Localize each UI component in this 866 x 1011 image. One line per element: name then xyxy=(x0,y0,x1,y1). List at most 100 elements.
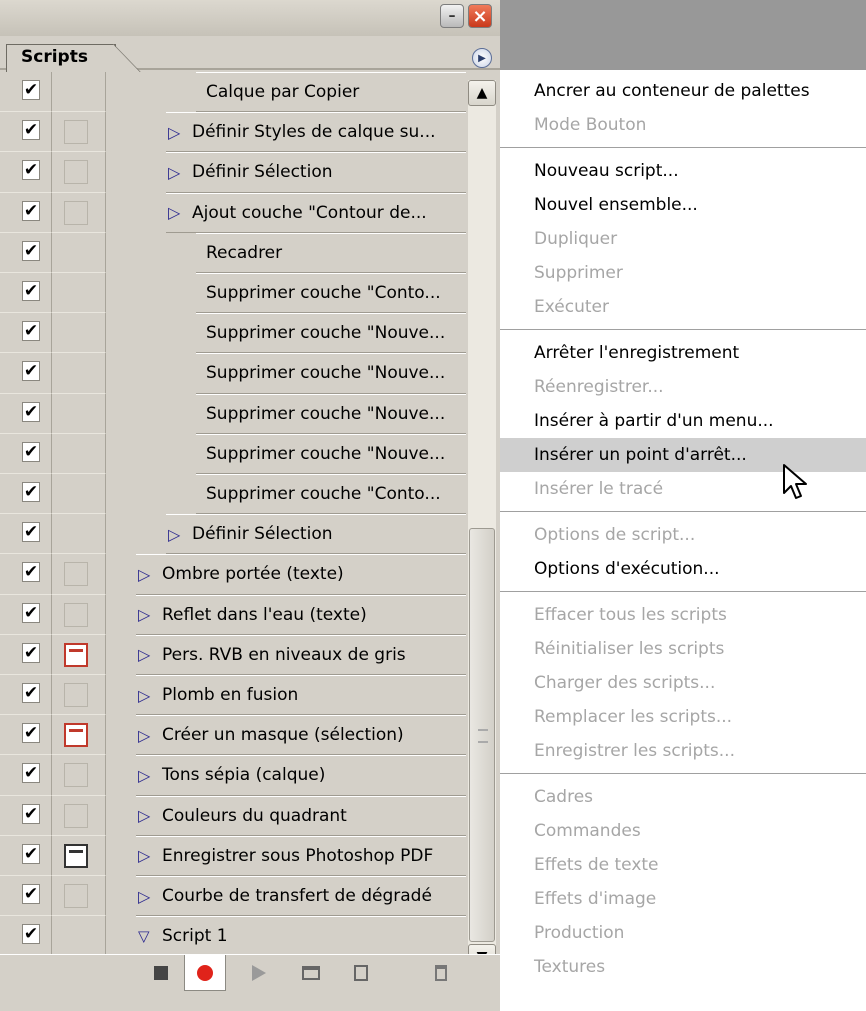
checkmark-icon[interactable]: ✔ xyxy=(22,763,40,784)
collapsed-triangle-icon[interactable]: ▷ xyxy=(136,887,162,906)
toggle-dialog-cell[interactable] xyxy=(52,152,106,193)
script-row[interactable]: ✔ Supprimer couche "Nouve... xyxy=(0,433,466,474)
toggle-item-cell[interactable]: ✔ xyxy=(0,675,52,716)
menu-item[interactable]: Réenregistrer... xyxy=(500,370,866,404)
checkmark-icon[interactable]: ✔ xyxy=(22,843,40,864)
menu-item[interactable]: Commandes xyxy=(500,814,866,848)
close-button[interactable]: × xyxy=(468,4,492,28)
dialog-toggle-icon[interactable] xyxy=(64,160,88,185)
dialog-toggle-icon[interactable] xyxy=(64,683,88,707)
script-row[interactable]: ✔ ▷ Reflet dans l'eau (texte) xyxy=(0,594,466,635)
checkmark-icon[interactable]: ✔ xyxy=(22,642,40,663)
toggle-dialog-cell[interactable] xyxy=(52,835,106,876)
collapsed-triangle-icon[interactable]: ▷ xyxy=(136,686,162,705)
toggle-item-cell[interactable]: ✔ xyxy=(0,715,52,756)
collapsed-triangle-icon[interactable]: ▷ xyxy=(166,163,192,182)
script-row[interactable]: ✔ ▷ Tons sépia (calque) xyxy=(0,755,466,796)
toggle-item-cell[interactable]: ✔ xyxy=(0,112,52,153)
toggle-dialog-cell[interactable] xyxy=(52,273,106,314)
menu-item[interactable]: Exécuter xyxy=(500,290,866,324)
collapsed-triangle-icon[interactable]: ▷ xyxy=(136,645,162,664)
script-row[interactable]: ✔ Calque par Copier xyxy=(0,72,466,113)
menu-item[interactable]: Options d'exécution... xyxy=(500,552,866,586)
checkmark-icon[interactable]: ✔ xyxy=(22,321,40,342)
script-row[interactable]: ✔ Supprimer couche "Conto... xyxy=(0,474,466,515)
dialog-toggle-icon[interactable] xyxy=(64,120,88,145)
script-row[interactable]: ✔ Supprimer couche "Nouve... xyxy=(0,393,466,434)
checkmark-icon[interactable]: ✔ xyxy=(22,522,40,543)
script-row-cell[interactable]: Supprimer couche "Conto... xyxy=(196,474,466,515)
checkmark-icon[interactable]: ✔ xyxy=(22,281,40,301)
toggle-item-cell[interactable]: ✔ xyxy=(0,232,52,273)
toggle-item-cell[interactable]: ✔ xyxy=(0,433,52,474)
checkmark-icon[interactable]: ✔ xyxy=(22,160,40,181)
record-button[interactable] xyxy=(184,955,226,991)
toggle-dialog-cell[interactable] xyxy=(52,112,106,153)
toggle-dialog-cell[interactable] xyxy=(52,433,106,474)
dialog-toggle-icon[interactable] xyxy=(64,884,88,908)
toggle-item-cell[interactable]: ✔ xyxy=(0,634,52,675)
menu-item[interactable]: Options de script... xyxy=(500,518,866,552)
script-row-cell[interactable]: Supprimer couche "Nouve... xyxy=(196,393,466,434)
script-row-cell[interactable]: ▷ Définir Sélection xyxy=(166,514,466,555)
toggle-item-cell[interactable]: ✔ xyxy=(0,514,52,555)
collapsed-triangle-icon[interactable]: ▷ xyxy=(166,123,192,142)
checkmark-icon[interactable]: ✔ xyxy=(22,361,40,382)
checkmark-icon[interactable]: ✔ xyxy=(22,240,40,261)
script-row-cell[interactable]: Supprimer couche "Nouve... xyxy=(196,353,466,394)
checkmark-icon[interactable]: ✔ xyxy=(22,562,40,583)
collapsed-triangle-icon[interactable]: ▷ xyxy=(136,565,162,584)
script-row-cell[interactable]: ▷ Reflet dans l'eau (texte) xyxy=(136,594,466,635)
toggle-dialog-cell[interactable] xyxy=(52,474,106,515)
collapsed-triangle-icon[interactable]: ▷ xyxy=(136,726,162,745)
dialog-toggle-icon[interactable] xyxy=(64,602,88,627)
script-row-cell[interactable]: Supprimer couche "Conto... xyxy=(196,273,466,314)
dialog-toggle-icon[interactable] xyxy=(64,723,88,748)
menu-item[interactable]: Effets d'image xyxy=(500,882,866,916)
checkmark-icon[interactable]: ✔ xyxy=(22,803,40,824)
new-script-button[interactable] xyxy=(340,955,382,991)
script-row-cell[interactable]: Recadrer xyxy=(196,232,466,273)
menu-item[interactable]: Effets de texte xyxy=(500,848,866,882)
script-row-cell[interactable]: Calque par Copier xyxy=(196,72,466,113)
toggle-item-cell[interactable]: ✔ xyxy=(0,393,52,434)
new-set-button[interactable] xyxy=(290,955,332,991)
script-row[interactable]: ✔ ▷ Enregistrer sous Photoshop PDF xyxy=(0,835,466,876)
script-row-cell[interactable]: ▷ Pers. RVB en niveaux de gris xyxy=(136,634,466,675)
toggle-dialog-cell[interactable] xyxy=(52,514,106,555)
play-button[interactable] xyxy=(238,955,280,991)
script-row[interactable]: ✔ ▷ Couleurs du quadrant xyxy=(0,795,466,836)
menu-item[interactable]: Production xyxy=(500,916,866,950)
menu-item[interactable]: Mode Bouton xyxy=(500,108,866,142)
script-row-cell[interactable]: Supprimer couche "Nouve... xyxy=(196,433,466,474)
script-row[interactable]: ✔ ▷ Ombre portée (texte) xyxy=(0,554,466,595)
menu-item[interactable]: Charger des scripts... xyxy=(500,666,866,700)
toggle-item-cell[interactable]: ✔ xyxy=(0,313,52,354)
script-row-cell[interactable]: Supprimer couche "Nouve... xyxy=(196,313,466,354)
menu-item[interactable]: Remplacer les scripts... xyxy=(500,700,866,734)
script-row[interactable]: ✔ ▷ Ajout couche "Contour de... xyxy=(0,192,466,233)
script-row-cell[interactable]: ▷ Plomb en fusion xyxy=(136,675,466,716)
toggle-item-cell[interactable]: ✔ xyxy=(0,353,52,394)
script-row[interactable]: ✔ ▷ Courbe de transfert de dégradé xyxy=(0,876,466,917)
dialog-toggle-icon[interactable] xyxy=(64,562,88,587)
panel-menu-button[interactable]: ▶ xyxy=(472,48,492,68)
toggle-item-cell[interactable]: ✔ xyxy=(0,755,52,796)
checkmark-icon[interactable]: ✔ xyxy=(22,80,40,100)
script-row[interactable]: ✔ ▷ Plomb en fusion xyxy=(0,675,466,716)
collapsed-triangle-icon[interactable]: ▷ xyxy=(166,203,192,222)
checkmark-icon[interactable]: ✔ xyxy=(22,200,40,221)
vertical-scrollbar[interactable]: ▲ ▼ xyxy=(468,80,496,970)
script-row[interactable]: ✔ ▷ Créer un masque (sélection) xyxy=(0,715,466,756)
scroll-thumb[interactable] xyxy=(469,528,495,942)
checkmark-icon[interactable]: ✔ xyxy=(22,401,40,422)
checkmark-icon[interactable]: ✔ xyxy=(22,120,40,141)
toggle-dialog-cell[interactable] xyxy=(52,313,106,354)
toggle-item-cell[interactable]: ✔ xyxy=(0,916,52,957)
menu-item[interactable]: Nouvel ensemble... xyxy=(500,188,866,222)
script-row[interactable]: ✔ ▷ Définir Sélection xyxy=(0,514,466,555)
collapsed-triangle-icon[interactable]: ▷ xyxy=(136,806,162,825)
script-row-cell[interactable]: ▷ Définir Sélection xyxy=(166,152,466,193)
toggle-item-cell[interactable]: ✔ xyxy=(0,273,52,314)
menu-item[interactable]: Nouveau script... xyxy=(500,154,866,188)
